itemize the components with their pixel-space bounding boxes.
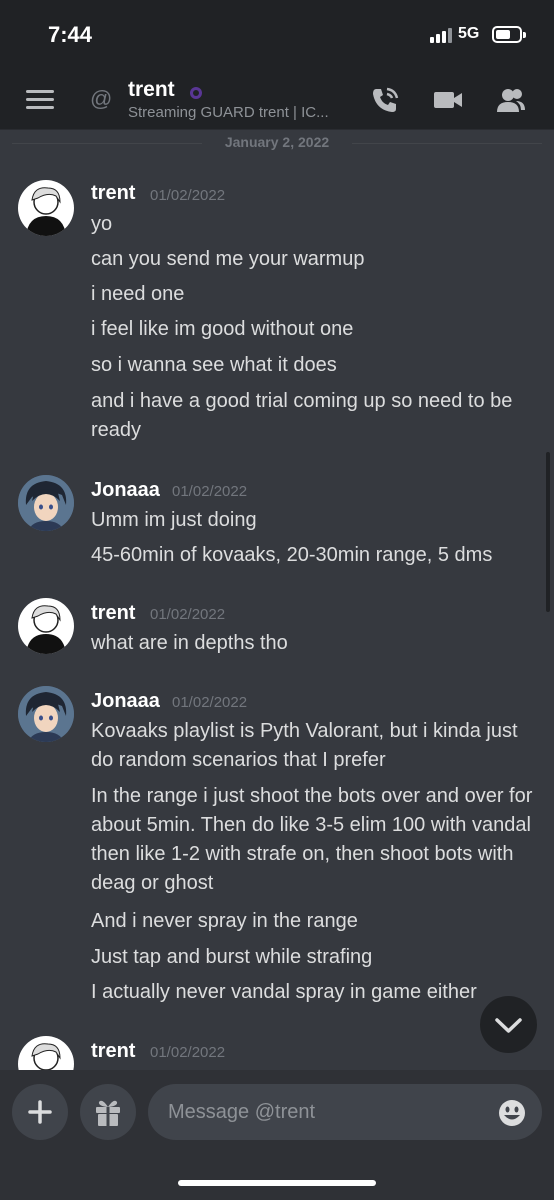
message-author[interactable]: trent bbox=[91, 1040, 135, 1063]
message-timestamp: 01/02/2022 bbox=[172, 483, 248, 500]
status-bar: 7:44 5G bbox=[0, 0, 554, 70]
message-text: Umm im just doing bbox=[91, 509, 257, 531]
dm-recipient-status: Streaming GUARD trent | IC... bbox=[128, 104, 329, 121]
message-text: and i have a good trial coming up so nee… bbox=[91, 390, 513, 441]
message-text: Kovaaks playlist is Pyth Valorant, but i… bbox=[91, 720, 518, 771]
avatar[interactable] bbox=[18, 180, 74, 236]
message-text: what are in depths tho bbox=[91, 632, 288, 654]
message-author[interactable]: Jonaaa bbox=[91, 690, 160, 713]
jump-to-bottom-button[interactable] bbox=[480, 996, 537, 1053]
video-icon[interactable] bbox=[433, 86, 463, 114]
message-author[interactable]: trent bbox=[91, 182, 135, 205]
add-attachment-button[interactable] bbox=[12, 1084, 68, 1140]
message-author[interactable]: Jonaaa bbox=[91, 479, 160, 502]
clock: 7:44 bbox=[48, 22, 93, 47]
message-text: i need one bbox=[91, 283, 185, 305]
hamburger-icon[interactable] bbox=[26, 90, 54, 110]
message-timestamp: 01/02/2022 bbox=[150, 1044, 226, 1061]
message-text: yo bbox=[91, 213, 113, 235]
emoji-icon[interactable] bbox=[497, 1098, 527, 1128]
scrollbar[interactable] bbox=[546, 452, 550, 612]
message-text: I actually never vandal spray in game ei… bbox=[91, 981, 477, 1003]
at-icon: @ bbox=[90, 86, 113, 111]
battery-icon bbox=[492, 26, 526, 43]
message-text: i feel like im good without one bbox=[91, 318, 354, 340]
plus-icon bbox=[28, 1100, 52, 1124]
message-timestamp: 01/02/2022 bbox=[150, 187, 226, 204]
network-label: 5G bbox=[458, 25, 480, 42]
message-input[interactable] bbox=[148, 1084, 542, 1140]
members-icon[interactable] bbox=[496, 86, 526, 114]
message-text: In the range i just shoot the bots over … bbox=[91, 785, 533, 894]
message-text: so i wanna see what it does bbox=[91, 354, 337, 376]
date-divider-label: January 2, 2022 bbox=[224, 134, 330, 150]
message-text: 45-60min of kovaaks, 20-30min range, 5 d… bbox=[91, 544, 493, 566]
message-timestamp: 01/02/2022 bbox=[172, 694, 248, 711]
message-text: can you send me your warmup bbox=[91, 248, 365, 270]
phone-call-icon[interactable] bbox=[370, 86, 400, 114]
avatar[interactable] bbox=[18, 598, 74, 654]
avatar[interactable] bbox=[18, 475, 74, 531]
gift-button[interactable] bbox=[80, 1084, 136, 1140]
chat-header: @ trent Streaming GUARD trent | IC... bbox=[0, 70, 554, 130]
avatar[interactable] bbox=[18, 1036, 74, 1070]
dm-recipient-name: trent bbox=[128, 78, 175, 101]
message-text: Just tap and burst while strafing bbox=[91, 946, 373, 968]
gift-icon bbox=[96, 1100, 120, 1126]
message-list[interactable]: trent 01/02/2022 yo can you send me your… bbox=[0, 160, 554, 1070]
signal-icon bbox=[430, 27, 454, 43]
message-timestamp: 01/02/2022 bbox=[150, 606, 226, 623]
home-indicator[interactable] bbox=[178, 1180, 376, 1186]
message-author[interactable]: trent bbox=[91, 602, 135, 625]
streaming-status-icon bbox=[190, 87, 202, 99]
chevron-down-icon bbox=[495, 1018, 522, 1033]
date-divider: January 2, 2022 bbox=[0, 131, 554, 155]
avatar[interactable] bbox=[18, 686, 74, 742]
message-text: And i never spray in the range bbox=[91, 910, 358, 932]
